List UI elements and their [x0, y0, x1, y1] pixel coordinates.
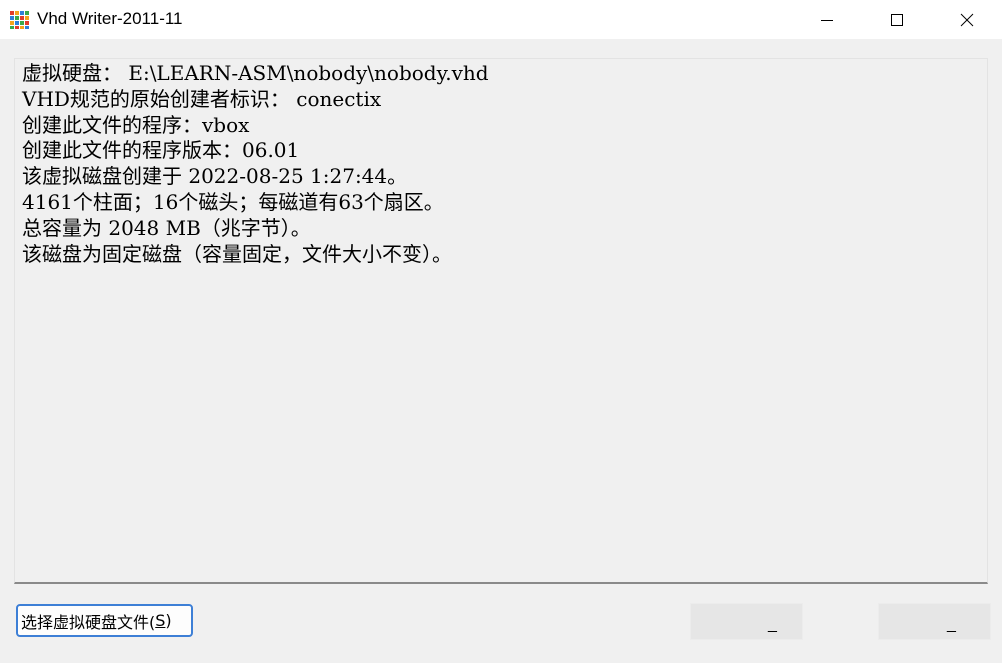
grid-app-icon: [10, 11, 29, 29]
info-line-creator-id: VHD规范的原始创建者标识： conectix: [22, 86, 382, 111]
info-line-creator-app: 创建此文件的程序：vbox: [22, 112, 250, 137]
action-button-1[interactable]: _: [690, 603, 803, 640]
maximize-icon: [891, 13, 903, 26]
close-icon: [960, 13, 974, 26]
info-line-created-at: 该虚拟磁盘创建于 2022-08-25 1:27:44。: [22, 164, 408, 189]
select-vhd-file-button[interactable]: 选择虚拟硬盘文件(S): [16, 604, 193, 637]
app-window: Vhd Writer-2011-11 虚拟硬盘： E:\LEARN-ASM\no…: [0, 0, 1002, 663]
info-line-disk-path: 虚拟硬盘： E:\LEARN-ASM\nobody\nobody.vhd: [22, 61, 489, 85]
minimize-icon: [821, 19, 833, 21]
window-title: Vhd Writer-2011-11: [37, 9, 183, 28]
vhd-info-panel[interactable]: 虚拟硬盘： E:\LEARN-ASM\nobody\nobody.vhd VHD…: [14, 58, 988, 584]
title-bar[interactable]: Vhd Writer-2011-11: [0, 0, 1002, 39]
minimize-button[interactable]: [792, 0, 862, 39]
select-button-label: 选择虚拟硬盘文件(: [21, 612, 156, 632]
info-line-capacity: 总容量为 2048 MB（兆字节）。: [22, 215, 311, 240]
select-button-label-suffix: ): [165, 611, 172, 630]
info-line-disk-type: 该磁盘为固定磁盘（容量固定，文件大小不变）。: [22, 241, 452, 266]
action-button-1-label: _: [768, 616, 777, 633]
info-line-app-version: 创建此文件的程序版本：06.01: [22, 138, 300, 163]
action-button-2-label: _: [947, 616, 956, 633]
action-button-2[interactable]: _: [878, 603, 991, 640]
select-button-accelerator: S: [155, 611, 166, 630]
info-line-geometry: 4161个柱面；16个磁头；每磁道有63个扇区。: [22, 189, 444, 214]
close-button[interactable]: [932, 0, 1002, 39]
maximize-button[interactable]: [862, 0, 932, 39]
